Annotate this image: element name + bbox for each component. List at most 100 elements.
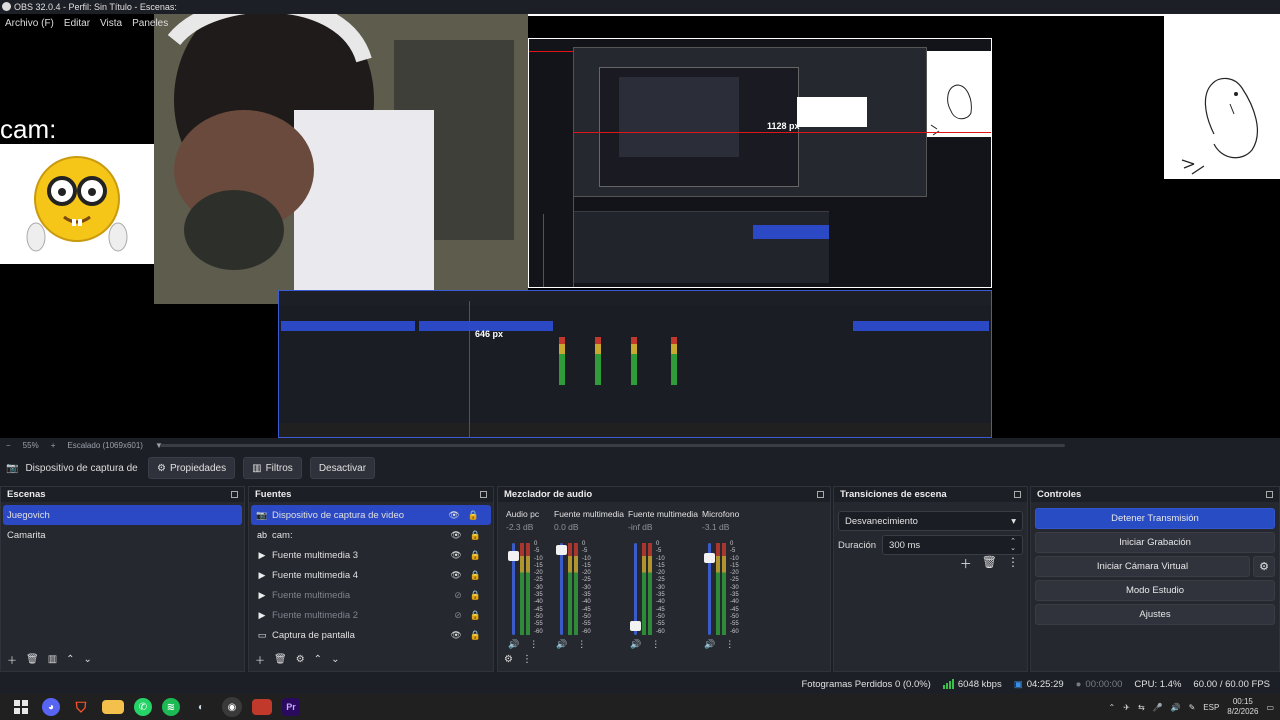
transition-menu-icon[interactable]: ⋮	[1007, 555, 1019, 572]
notifications-icon[interactable]: ▭	[1266, 703, 1274, 712]
properties-button[interactable]: ⚙ Propiedades	[148, 457, 236, 479]
spinner-icon[interactable]: ⌃ ⌄	[1010, 538, 1016, 552]
windows-start-icon[interactable]	[10, 696, 32, 718]
premiere-icon[interactable]: Pr	[282, 698, 300, 716]
add-transition-button[interactable]: ＋	[960, 555, 972, 572]
lock-icon[interactable]: 🔒	[470, 550, 481, 561]
eye-hidden-icon[interactable]: ⊘	[454, 590, 462, 601]
meter-scale-tick: -55	[534, 621, 543, 628]
cam-label-text: cam:	[0, 114, 57, 144]
zoom-in-button[interactable]: +	[51, 438, 56, 453]
volume-slider-knob[interactable]	[556, 545, 567, 555]
tray-usb-icon[interactable]: ⇆	[1138, 703, 1145, 712]
whatsapp-icon[interactable]: ✆	[134, 698, 152, 716]
volume-slider-knob[interactable]	[630, 621, 641, 631]
deactivate-button[interactable]: Desactivar	[309, 457, 376, 479]
eye-icon[interactable]: 👁	[450, 530, 461, 541]
start-virtual-camera-button[interactable]: Iniciar Cámara Virtual	[1035, 556, 1250, 577]
move-up-icon[interactable]: ⌃	[314, 654, 322, 665]
stop-streaming-button[interactable]: Detener Transmisión	[1035, 508, 1275, 529]
mixer-menu-icon[interactable]: ⋮	[522, 654, 532, 665]
source-item[interactable]: 📷 Dispositivo de captura de video 👁 🔒	[251, 505, 491, 525]
play-icon: ▶	[258, 609, 266, 620]
eye-icon[interactable]: 👁	[448, 510, 459, 521]
menu-editar[interactable]: Editar	[64, 16, 90, 32]
move-down-icon[interactable]: ⌄	[331, 654, 339, 665]
source-item[interactable]: ▶ Fuente multimedia 2 ⊘ 🔒	[249, 605, 493, 625]
virtual-camera-settings-button[interactable]: ⚙	[1253, 556, 1275, 577]
studio-mode-button[interactable]: Modo Estudio	[1035, 580, 1275, 601]
move-down-icon[interactable]: ⌄	[84, 654, 92, 665]
undock-icon[interactable]	[480, 491, 487, 498]
gear-icon[interactable]: ⚙	[296, 654, 305, 665]
menu-paneles[interactable]: Paneles	[132, 16, 168, 32]
preview-horizontal-scrollbar[interactable]	[160, 444, 1065, 447]
volume-slider-knob[interactable]	[704, 553, 715, 563]
trash-icon[interactable]: 🗑	[982, 555, 997, 572]
lock-icon[interactable]: 🔒	[470, 630, 481, 641]
menu-vista[interactable]: Vista	[100, 16, 122, 32]
scene-item-juegovich[interactable]: Juegovich	[3, 505, 242, 525]
brave-icon[interactable]: ⛉	[70, 696, 92, 718]
audio-mixer-dock: Mezclador de audio Audio pc -2.3 dB 0 -5-…	[497, 486, 831, 672]
tray-pen-icon[interactable]: ✎	[1189, 703, 1196, 712]
menu-archivo[interactable]: Archivo (F)	[5, 16, 54, 32]
filters-button[interactable]: ▥ Filtros	[243, 457, 302, 479]
move-up-icon[interactable]: ⌃	[66, 654, 74, 665]
filter-icon: ▥	[252, 462, 262, 474]
eye-hidden-icon[interactable]: ⊘	[454, 610, 462, 621]
scene-label: Camarita	[7, 529, 46, 541]
discord-icon[interactable]: ◕	[42, 698, 60, 716]
meter-scale-tick: 0	[534, 541, 538, 547]
undock-icon[interactable]	[817, 491, 824, 498]
meter-scale-tick: -30	[582, 584, 591, 591]
duration-input[interactable]: 300 ms ⌃ ⌄	[882, 535, 1023, 555]
undock-icon[interactable]	[231, 491, 238, 498]
source-item[interactable]: ▶ Fuente multimedia 4 👁 🔒	[249, 565, 493, 585]
undock-icon[interactable]	[1014, 491, 1021, 498]
obs-icon[interactable]: ◉	[222, 697, 242, 717]
source-item[interactable]: ▶ Fuente multimedia 3 👁 🔒	[249, 545, 493, 565]
trash-icon[interactable]: 🗑	[274, 654, 287, 665]
lock-icon[interactable]: 🔒	[470, 590, 481, 601]
tray-volume-icon[interactable]: 🔊	[1171, 703, 1181, 712]
scene-filters-icon[interactable]: ▥	[48, 654, 57, 665]
tray-app-icon[interactable]: ✈	[1123, 703, 1130, 712]
add-source-button[interactable]: ＋	[255, 652, 265, 667]
undock-icon[interactable]	[1266, 491, 1273, 498]
settings-button[interactable]: Ajustes	[1035, 604, 1275, 625]
tray-mic-icon[interactable]: 🎤	[1153, 703, 1163, 712]
meter-scale-tick: -35	[534, 592, 543, 599]
start-recording-button[interactable]: Iniciar Grabación	[1035, 532, 1275, 553]
app-thumbnail-icon[interactable]	[252, 699, 272, 715]
eye-icon[interactable]: 👁	[450, 630, 461, 641]
eye-icon[interactable]: 👁	[450, 550, 461, 561]
lock-icon[interactable]: 🔒	[470, 610, 481, 621]
source-item[interactable]: ▶ Fuente multimedia ⊘ 🔒	[249, 585, 493, 605]
spotify-icon[interactable]: ≋	[162, 698, 180, 716]
language-indicator[interactable]: ESP	[1203, 703, 1219, 712]
advanced-audio-icon[interactable]: ⚙	[504, 654, 513, 665]
lock-icon[interactable]: 🔒	[470, 530, 481, 541]
add-scene-button[interactable]: ＋	[7, 652, 17, 667]
nested-obs-panel-image: 646 px	[278, 290, 992, 438]
volume-slider-knob[interactable]	[508, 551, 519, 561]
transition-select[interactable]: Desvanecimiento ▾	[838, 511, 1023, 531]
eye-icon[interactable]: 👁	[450, 570, 461, 581]
zoom-out-button[interactable]: −	[6, 438, 11, 453]
clock[interactable]: 00:15 8/2/2026	[1227, 697, 1258, 717]
chevron-up-icon[interactable]: ⌃	[1109, 703, 1116, 712]
steam-icon[interactable]: ◐	[190, 696, 212, 718]
transition-selected: Desvanecimiento	[845, 515, 918, 527]
source-item[interactable]: ab cam: 👁 🔒	[249, 525, 493, 545]
preview-canvas[interactable]: cam: 1128 px 646 px	[0, 14, 1280, 438]
lock-icon[interactable]: 🔒	[470, 570, 481, 581]
file-explorer-icon[interactable]	[102, 700, 124, 714]
scene-item-camarita[interactable]: Camarita	[1, 525, 244, 545]
trash-icon[interactable]: 🗑	[26, 654, 39, 665]
source-item[interactable]: ▭ Captura de pantalla 👁 🔒	[249, 625, 493, 645]
selected-source-name: Dispositivo de captura de v	[25, 462, 140, 474]
play-icon: ▶	[258, 569, 266, 580]
lock-icon[interactable]: 🔒	[468, 510, 479, 521]
volume-slider-track[interactable]	[560, 543, 563, 635]
